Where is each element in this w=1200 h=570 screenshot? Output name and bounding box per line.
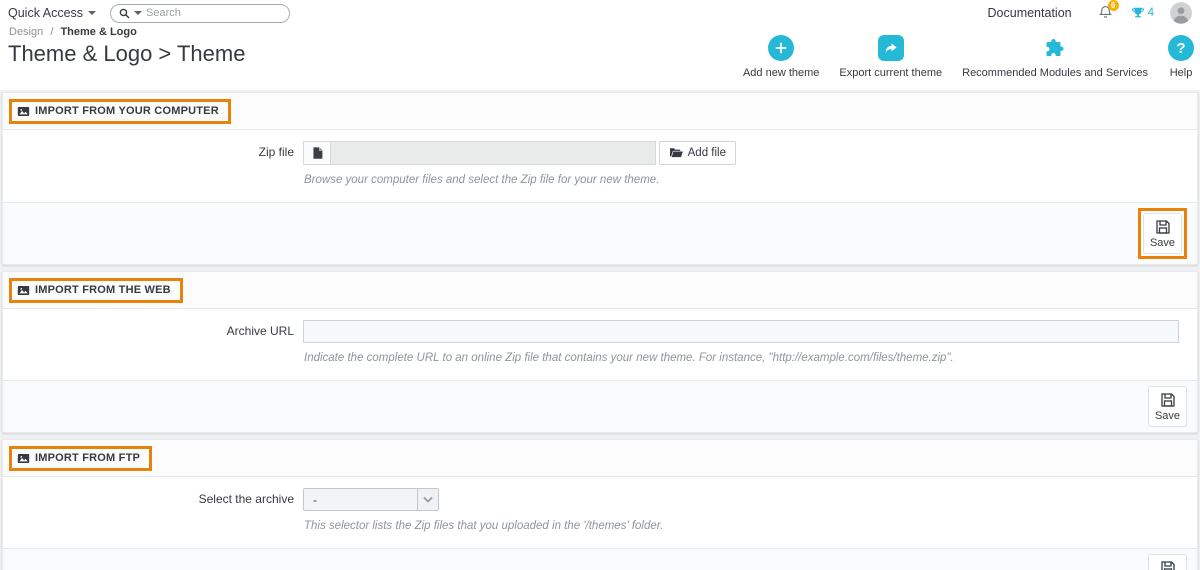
highlight-box: IMPORT FROM THE WEB — [9, 277, 183, 303]
zip-file-label: Zip file — [258, 145, 294, 159]
save-button[interactable]: Save — [1148, 554, 1187, 570]
main-content: IMPORT FROM YOUR COMPUTER Zip file Add f… — [0, 90, 1200, 570]
save-icon — [1160, 561, 1175, 570]
quick-access-menu[interactable]: Quick Access — [8, 6, 97, 20]
breadcrumb-separator: / — [50, 26, 54, 38]
archive-select[interactable]: - — [303, 488, 439, 511]
chevron-down-icon — [88, 11, 97, 15]
panel-footer: Save — [3, 380, 1197, 432]
panel-title: IMPORT FROM FTP — [35, 452, 141, 464]
panel-import-from-ftp: IMPORT FROM FTP Select the archive - Thi… — [2, 439, 1198, 570]
picture-icon — [17, 453, 30, 463]
export-arrow-icon — [877, 35, 904, 61]
search-scope-chevron-icon[interactable] — [134, 11, 143, 15]
panel-footer: Save — [3, 202, 1197, 264]
panel-title: IMPORT FROM THE WEB — [35, 284, 171, 296]
avatar[interactable] — [1170, 2, 1192, 24]
save-label: Save — [1154, 410, 1181, 422]
save-button[interactable]: Save — [1143, 213, 1182, 254]
select-archive-help: This selector lists the Zip files that y… — [304, 520, 664, 532]
add-file-label: Add file — [687, 147, 726, 159]
zip-file-input-group: Add file — [303, 141, 736, 165]
archive-url-label: Archive URL — [226, 324, 294, 338]
achievements-button[interactable]: 4 — [1131, 6, 1154, 20]
save-icon — [1160, 393, 1175, 407]
archive-select-value: - — [313, 492, 317, 507]
chevron-down-icon — [417, 489, 438, 510]
recommended-modules-button[interactable]: Recommended Modules and Services — [962, 35, 1148, 79]
breadcrumb: Design / Theme & Logo — [9, 26, 137, 38]
file-icon — [303, 141, 331, 165]
archive-url-help: Indicate the complete URL to an online Z… — [304, 352, 954, 364]
panel-footer: Save — [3, 548, 1197, 570]
app-header: Quick Access Documentation 6 4 Design / … — [0, 0, 1200, 90]
archive-url-input[interactable] — [303, 320, 1179, 343]
highlight-box: IMPORT FROM YOUR COMPUTER — [9, 98, 231, 124]
search-bar[interactable] — [110, 3, 291, 23]
search-input[interactable] — [146, 7, 289, 19]
topbar: Quick Access Documentation 6 4 — [0, 0, 1200, 24]
zip-file-input[interactable] — [331, 141, 656, 165]
export-current-theme-button[interactable]: Export current theme — [839, 35, 942, 79]
panel-body: Archive URL Indicate the complete URL to… — [3, 309, 1197, 380]
notifications-button[interactable]: 6 — [1098, 0, 1119, 23]
panel-heading: IMPORT FROM YOUR COMPUTER — [3, 93, 1197, 130]
panel-import-from-computer: IMPORT FROM YOUR COMPUTER Zip file Add f… — [2, 92, 1198, 265]
export-current-theme-label: Export current theme — [839, 67, 943, 79]
page-title: Theme & Logo > Theme — [8, 41, 246, 66]
breadcrumb-current[interactable]: Theme & Logo — [60, 26, 136, 38]
save-icon — [1155, 220, 1170, 234]
zip-file-help: Browse your computer files and select th… — [304, 174, 660, 186]
save-button[interactable]: Save — [1148, 386, 1187, 427]
search-icon — [119, 8, 130, 18]
recommended-modules-label: Recommended Modules and Services — [962, 67, 1148, 79]
picture-icon — [17, 285, 30, 295]
add-new-theme-label: Add new theme — [742, 67, 820, 79]
help-icon: ? — [1168, 35, 1194, 61]
help-button[interactable]: ? Help — [1168, 35, 1194, 79]
folder-open-icon — [669, 148, 683, 158]
add-new-theme-button[interactable]: Add new theme — [743, 35, 819, 79]
picture-icon — [17, 106, 30, 116]
save-label: Save — [1149, 237, 1176, 249]
panel-import-from-web: IMPORT FROM THE WEB Archive URL Indicate… — [2, 271, 1198, 433]
notification-badge: 6 — [1107, 0, 1119, 11]
panel-body: Select the archive - This selector lists… — [3, 477, 1197, 548]
trophy-icon — [1131, 7, 1144, 18]
breadcrumb-section[interactable]: Design — [9, 26, 43, 38]
header-actions: Add new theme Export current theme Recom… — [743, 35, 1194, 79]
highlight-box: IMPORT FROM FTP — [9, 445, 153, 471]
panel-title: IMPORT FROM YOUR COMPUTER — [35, 105, 219, 117]
help-label: Help — [1169, 67, 1193, 79]
puzzle-icon — [1042, 35, 1068, 61]
select-archive-label: Select the archive — [198, 492, 294, 506]
panel-body: Zip file Add file Browse your computer f… — [3, 130, 1197, 202]
add-file-button[interactable]: Add file — [658, 141, 736, 165]
quick-access-label: Quick Access — [8, 6, 84, 20]
achievement-count: 4 — [1147, 7, 1154, 19]
panel-heading: IMPORT FROM FTP — [3, 440, 1197, 477]
highlight-box: Save — [1138, 208, 1187, 259]
plus-circle-icon — [768, 35, 795, 61]
panel-heading: IMPORT FROM THE WEB — [3, 272, 1197, 309]
documentation-link[interactable]: Documentation — [988, 6, 1072, 20]
